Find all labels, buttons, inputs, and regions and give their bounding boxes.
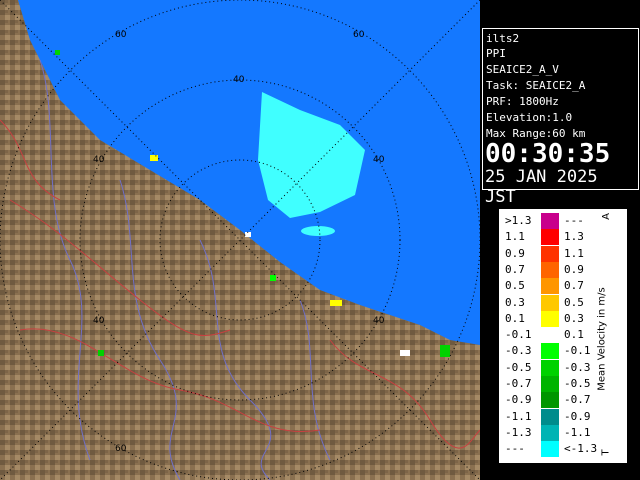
task-name: Task: SEAICE2_A — [486, 79, 586, 92]
scan-date: 25 JAN 2025 JST — [485, 167, 598, 207]
legend-swatch-5 — [541, 294, 559, 311]
info-panel: ilts2 PPI SEAICE2_A_V Task: SEAICE2_A PR… — [482, 28, 639, 207]
radar-map[interactable]: 60 60 40 40 40 40 40 60 — [0, 0, 480, 480]
legend-lo-12: -1.1 — [505, 409, 532, 423]
volume-name: SEAICE2_A_V — [486, 63, 559, 76]
range-label-1: 60 — [115, 30, 127, 40]
range-label-7: 40 — [373, 316, 385, 326]
legend-hi-11: -0.7 — [564, 393, 591, 407]
legend-lo-14: --- — [505, 442, 525, 456]
range-label-2: 60 — [353, 30, 365, 40]
legend-swatch-13 — [541, 424, 559, 441]
prf-value: PRF: 1800Hz — [486, 95, 559, 108]
scan-time: 00:30:35 — [485, 139, 611, 169]
legend-lo-13: -1.3 — [505, 425, 532, 439]
range-label-5: 40 — [373, 155, 385, 165]
legend-hi-1: 1.3 — [564, 230, 584, 244]
legend-lo-6: 0.1 — [505, 311, 525, 325]
legend-swatch-0 — [541, 213, 559, 229]
legend-hi-4: 0.7 — [564, 279, 584, 293]
legend-lo-1: 1.1 — [505, 230, 525, 244]
legend-unit-bottom: T — [600, 449, 612, 456]
legend-lo-10: -0.7 — [505, 377, 532, 390]
product-type: PPI — [486, 47, 506, 60]
legend-hi-13: -1.1 — [564, 425, 591, 439]
legend-hi-5: 0.5 — [564, 295, 584, 309]
legend-title: Mean Velocity in m/s — [596, 287, 608, 391]
legend-hi-9: -0.3 — [564, 360, 591, 374]
legend-swatch-14 — [541, 441, 559, 458]
legend-swatch-3 — [541, 261, 559, 278]
legend-lo-2: 0.9 — [505, 246, 525, 260]
range-label-8: 60 — [115, 444, 127, 454]
legend-swatch-8 — [541, 343, 559, 360]
station-name: ilts2 — [486, 32, 520, 45]
legend-hi-2: 1.1 — [564, 246, 584, 260]
legend-hi-10: -0.5 — [564, 377, 591, 390]
legend-hi-0: --- — [564, 214, 584, 227]
legend-swatch-7 — [541, 327, 559, 344]
legend-lo-8: -0.3 — [505, 344, 532, 358]
legend-lo-7: -0.1 — [505, 328, 532, 342]
legend-hi-6: 0.3 — [564, 311, 584, 325]
legend-swatch-1 — [541, 229, 559, 246]
range-label-3: 40 — [233, 75, 245, 85]
legend-lo-11: -0.9 — [505, 393, 532, 407]
legend-lo-4: 0.5 — [505, 279, 525, 293]
legend-hi-7: 0.1 — [564, 328, 584, 342]
range-label-4: 40 — [93, 155, 105, 165]
legend-swatch-6 — [541, 310, 559, 327]
legend-lo-9: -0.5 — [505, 360, 532, 374]
range-label-6: 40 — [93, 316, 105, 326]
legend-lo-3: 0.7 — [505, 262, 525, 276]
legend-hi-3: 0.9 — [564, 262, 584, 276]
legend-swatch-4 — [541, 278, 559, 295]
legend-hi-8: -0.1 — [564, 344, 591, 358]
elevation-value: Elevation:1.0 — [486, 111, 573, 124]
legend-hi-12: -0.9 — [564, 409, 591, 423]
legend-hi-14: <-1.3 — [564, 442, 598, 456]
legend-swatch-2 — [541, 245, 559, 262]
velocity-legend: >1.3 --- 1.1 1.3 0.9 1.1 0.7 0.9 0.5 0.7 0.3 0.5 0.1… — [498, 208, 628, 464]
legend-swatch-12 — [541, 408, 559, 425]
legend-swatch-11 — [541, 392, 559, 409]
legend-swatch-9 — [541, 359, 559, 376]
legend-swatch-10 — [541, 376, 559, 392]
legend-unit-top: A — [600, 213, 612, 220]
legend-lo-5: 0.3 — [505, 295, 525, 309]
legend-lo-0: >1.3 — [505, 214, 532, 227]
